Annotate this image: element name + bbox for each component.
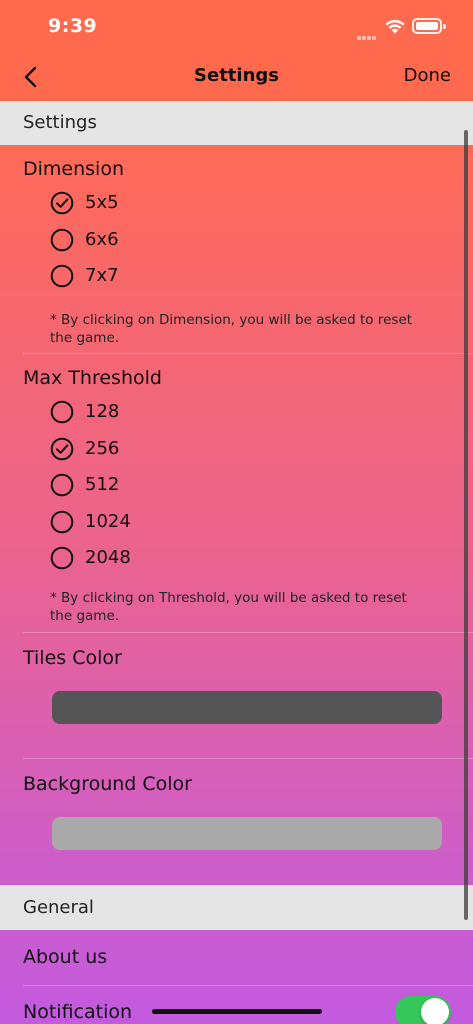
dimension-note-line: * By clicking on Dimension, you will be … xyxy=(50,312,413,328)
dimension-note: * By clicking on Dimension, you will be … xyxy=(50,311,420,347)
empty-circle-icon xyxy=(50,510,74,534)
threshold-option-512[interactable]: 512 xyxy=(50,471,250,501)
battery-icon xyxy=(412,18,446,34)
checkmark-circle-icon xyxy=(50,437,74,461)
threshold-option-label: 2048 xyxy=(85,547,131,568)
page-title: Settings xyxy=(194,65,279,86)
toggle-knob xyxy=(421,998,449,1024)
dimension-option-label: 7x7 xyxy=(85,265,119,286)
threshold-note-line: the game. xyxy=(50,608,120,624)
empty-circle-icon xyxy=(50,400,74,424)
empty-circle-icon xyxy=(50,546,74,570)
done-button[interactable]: Done xyxy=(404,65,451,86)
threshold-option-256[interactable]: 256 xyxy=(50,435,250,465)
tiles-color-title: Tiles Color xyxy=(23,647,122,669)
section-header-settings: Settings xyxy=(0,101,473,145)
divider xyxy=(23,632,473,633)
notification-item: Notification xyxy=(23,1001,133,1023)
navigation-bar: Settings Done xyxy=(0,54,473,101)
about-us-item[interactable]: About us xyxy=(23,946,107,968)
threshold-option-128[interactable]: 128 xyxy=(50,398,250,428)
dimension-option-7x7[interactable]: 7x7 xyxy=(50,262,250,292)
threshold-option-2048[interactable]: 2048 xyxy=(50,544,250,574)
divider xyxy=(23,353,473,354)
cellular-signal-icon xyxy=(357,25,380,40)
empty-circle-icon xyxy=(50,264,74,288)
threshold-option-label: 1024 xyxy=(85,511,131,532)
background-color-title: Background Color xyxy=(23,773,192,795)
status-bar: 9:39 xyxy=(0,0,473,54)
dimension-option-5x5[interactable]: 5x5 xyxy=(50,189,250,219)
empty-circle-icon xyxy=(50,228,74,252)
divider xyxy=(23,758,473,759)
dimension-note-line: the game. xyxy=(50,330,120,346)
divider xyxy=(23,985,473,986)
tiles-color-swatch[interactable] xyxy=(52,691,442,724)
wifi-icon xyxy=(385,19,405,34)
section-header-general: General xyxy=(0,885,473,930)
threshold-option-1024[interactable]: 1024 xyxy=(50,508,250,538)
dimension-title: Dimension xyxy=(23,158,124,180)
dimension-option-label: 6x6 xyxy=(85,229,119,250)
dimension-option-label: 5x5 xyxy=(85,192,119,213)
threshold-option-label: 128 xyxy=(85,401,120,422)
home-indicator xyxy=(152,1009,322,1014)
threshold-option-label: 512 xyxy=(85,474,120,495)
threshold-note: * By clicking on Threshold, you will be … xyxy=(50,589,420,625)
dimension-option-6x6[interactable]: 6x6 xyxy=(50,226,250,256)
threshold-option-label: 256 xyxy=(85,438,120,459)
status-time: 9:39 xyxy=(48,15,98,37)
checkmark-circle-icon xyxy=(50,191,74,215)
background-color-swatch[interactable] xyxy=(52,817,442,850)
notification-toggle[interactable] xyxy=(395,996,451,1024)
threshold-note-line: * By clicking on Threshold, you will be … xyxy=(50,590,407,606)
scrollbar[interactable] xyxy=(464,130,468,920)
empty-circle-icon xyxy=(50,473,74,497)
max-threshold-title: Max Threshold xyxy=(23,367,162,389)
